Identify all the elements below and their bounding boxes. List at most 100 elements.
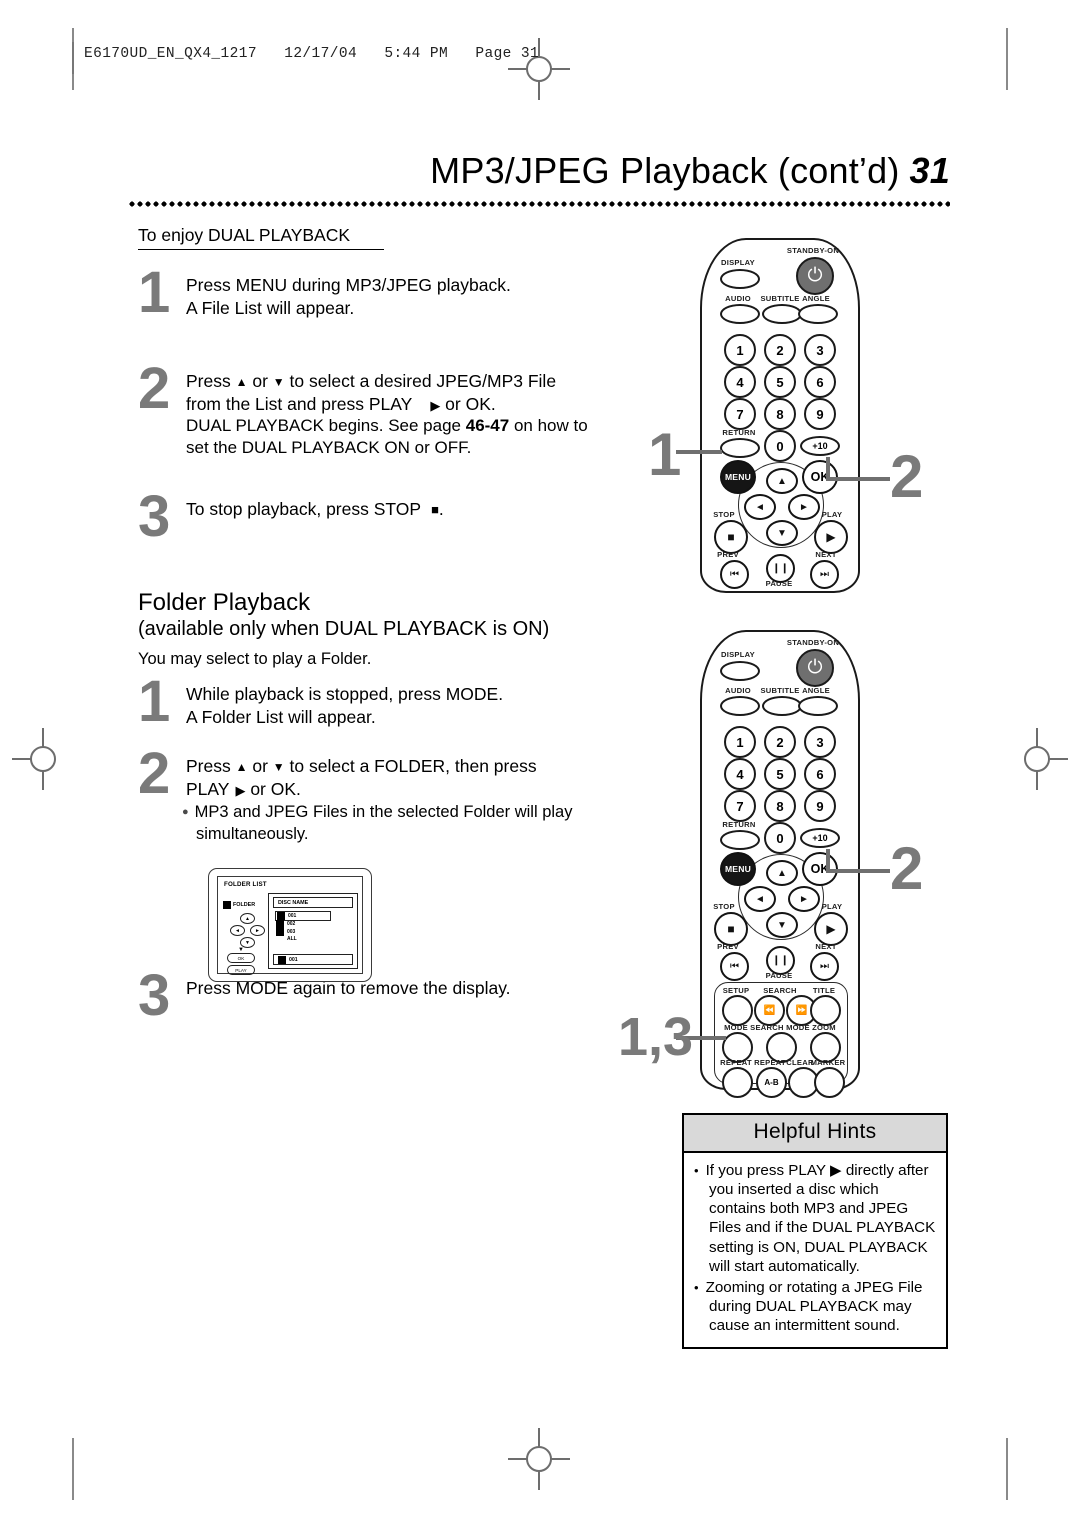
display-button[interactable] <box>720 661 760 681</box>
up-button[interactable]: ▲ <box>766 468 798 494</box>
number-button-4[interactable]: 4 <box>724 366 756 398</box>
play-button[interactable]: ▶ <box>814 520 848 554</box>
folder-tag-label: FOLDER <box>233 902 256 908</box>
title-label: TITLE <box>812 986 836 995</box>
setup-label: SETUP <box>722 986 750 995</box>
step-line: Press or to select a FOLDER, then press <box>186 755 608 778</box>
stop-button[interactable]: ■ <box>714 912 748 946</box>
angle-button[interactable] <box>798 304 838 324</box>
step-line: A File List will appear. <box>186 297 355 318</box>
step-line-part: on how to <box>509 416 588 436</box>
folder-item-row: 002 <box>275 920 351 929</box>
crop-mark-bottom-right <box>1006 1438 1008 1500</box>
crop-mark-bottom-left <box>72 1438 74 1500</box>
zoom-label: ZOOM <box>812 1023 836 1032</box>
prev-label: PREV <box>717 550 739 559</box>
left-button[interactable]: ◄ <box>744 886 776 912</box>
next-button[interactable]: ⏭ <box>810 952 839 981</box>
audio-button[interactable] <box>720 304 760 324</box>
menu-button[interactable]: MENU <box>720 460 756 494</box>
title-button[interactable] <box>810 995 841 1026</box>
stop-label: STOP <box>713 510 735 519</box>
registration-mark-bottom <box>508 1428 570 1490</box>
stop-button[interactable]: ■ <box>714 520 748 554</box>
repeat-button[interactable] <box>722 1067 753 1098</box>
return-button[interactable] <box>720 830 760 850</box>
up-arrow-icon <box>236 756 248 776</box>
number-button-8[interactable]: 8 <box>764 398 796 430</box>
up-button[interactable]: ▲ <box>766 860 798 886</box>
remote-control-top: DISPLAY STANDBY-ON AUDIO SUBTITLE ANGLE … <box>700 238 860 593</box>
number-button-3[interactable]: 3 <box>804 334 836 366</box>
folder-playback-subtitle: (available only when DUAL PLAYBACK is ON… <box>138 617 550 640</box>
number-button-7[interactable]: 7 <box>724 790 756 822</box>
callout-2-mid: 2 <box>890 835 924 902</box>
number-button-6[interactable]: 6 <box>804 366 836 398</box>
step-line: set the DUAL PLAYBACK ON or OFF. <box>186 438 472 458</box>
menu-button[interactable]: MENU <box>720 852 756 886</box>
search-label: SEARCH <box>763 986 797 995</box>
return-label: RETURN <box>722 428 756 437</box>
folder-tag: FOLDER <box>223 901 255 909</box>
display-button[interactable] <box>720 269 760 289</box>
number-button-1[interactable]: 1 <box>724 726 756 758</box>
plus-ten-button[interactable]: +10 <box>800 436 840 456</box>
number-button-0[interactable]: 0 <box>764 430 796 462</box>
down-button[interactable]: ▼ <box>766 912 798 938</box>
number-button-8[interactable]: 8 <box>764 790 796 822</box>
angle-button[interactable] <box>798 696 838 716</box>
number-button-0[interactable]: 0 <box>764 822 796 854</box>
standby-label: STANDBY-ON <box>786 246 840 255</box>
number-button-6[interactable]: 6 <box>804 758 836 790</box>
number-button-2[interactable]: 2 <box>764 726 796 758</box>
number-button-9[interactable]: 9 <box>804 790 836 822</box>
page-number: 31 <box>909 150 950 191</box>
subtitle-button[interactable] <box>762 304 802 324</box>
step-dual-1: 1 Press MENU during MP3/JPEG playback. A… <box>138 263 608 370</box>
setup-button[interactable] <box>722 995 753 1026</box>
number-button-3[interactable]: 3 <box>804 726 836 758</box>
step-dual-2: 2 Press or to select a desired JPEG/MP3 … <box>138 359 608 498</box>
step-text: Press MENU during MP3/JPEG playback. A F… <box>186 274 608 320</box>
number-button-2[interactable]: 2 <box>764 334 796 366</box>
slug-divider <box>72 42 74 74</box>
step-number: 3 <box>138 483 171 549</box>
marker-label: MARKER <box>810 1058 846 1067</box>
step-number: 3 <box>138 962 171 1028</box>
helpful-hints-box: Helpful Hints If you press PLAY ▶ direct… <box>682 1113 948 1350</box>
step-line-part: DUAL PLAYBACK begins. See page <box>186 416 466 436</box>
folder-item-row-all: ALL <box>287 936 297 943</box>
number-button-5[interactable]: 5 <box>764 758 796 790</box>
prev-button[interactable]: ⏮ <box>720 952 749 981</box>
search-back-button[interactable]: ⏪ <box>754 995 785 1026</box>
number-button-1[interactable]: 1 <box>724 334 756 366</box>
folder-icon <box>277 911 285 920</box>
stop-label: STOP <box>713 902 735 911</box>
audio-button[interactable] <box>720 696 760 716</box>
folder-list-footer: 001 <box>273 954 353 965</box>
step-line: DUAL PLAYBACK begins. See page 46-47 on … <box>186 415 608 437</box>
plus-ten-button[interactable]: +10 <box>800 828 840 848</box>
number-button-5[interactable]: 5 <box>764 366 796 398</box>
callout-1-3: 1,3 <box>618 1007 694 1067</box>
subtitle-button[interactable] <box>762 696 802 716</box>
down-button[interactable]: ▼ <box>766 520 798 546</box>
standby-power-button[interactable] <box>796 257 834 295</box>
play-button[interactable]: ▶ <box>814 912 848 946</box>
down-arrow-icon <box>273 756 285 776</box>
crop-mark-top-right <box>1006 28 1008 90</box>
folder-item-label: 002 <box>287 921 296 928</box>
left-button[interactable]: ◄ <box>744 494 776 520</box>
number-button-4[interactable]: 4 <box>724 758 756 790</box>
dual-playback-heading: To enjoy DUAL PLAYBACK <box>138 225 385 250</box>
return-button[interactable] <box>720 438 760 458</box>
marker-button[interactable] <box>814 1067 845 1098</box>
number-button-9[interactable]: 9 <box>804 398 836 430</box>
repeat-ab-button[interactable]: A-B <box>756 1067 787 1098</box>
callout-leader-2-top <box>828 477 890 481</box>
callout-2-top: 2 <box>890 443 924 510</box>
prev-button[interactable]: ⏮ <box>720 560 749 589</box>
standby-power-button[interactable] <box>796 649 834 687</box>
next-button[interactable]: ⏭ <box>810 560 839 589</box>
number-button-7[interactable]: 7 <box>724 398 756 430</box>
